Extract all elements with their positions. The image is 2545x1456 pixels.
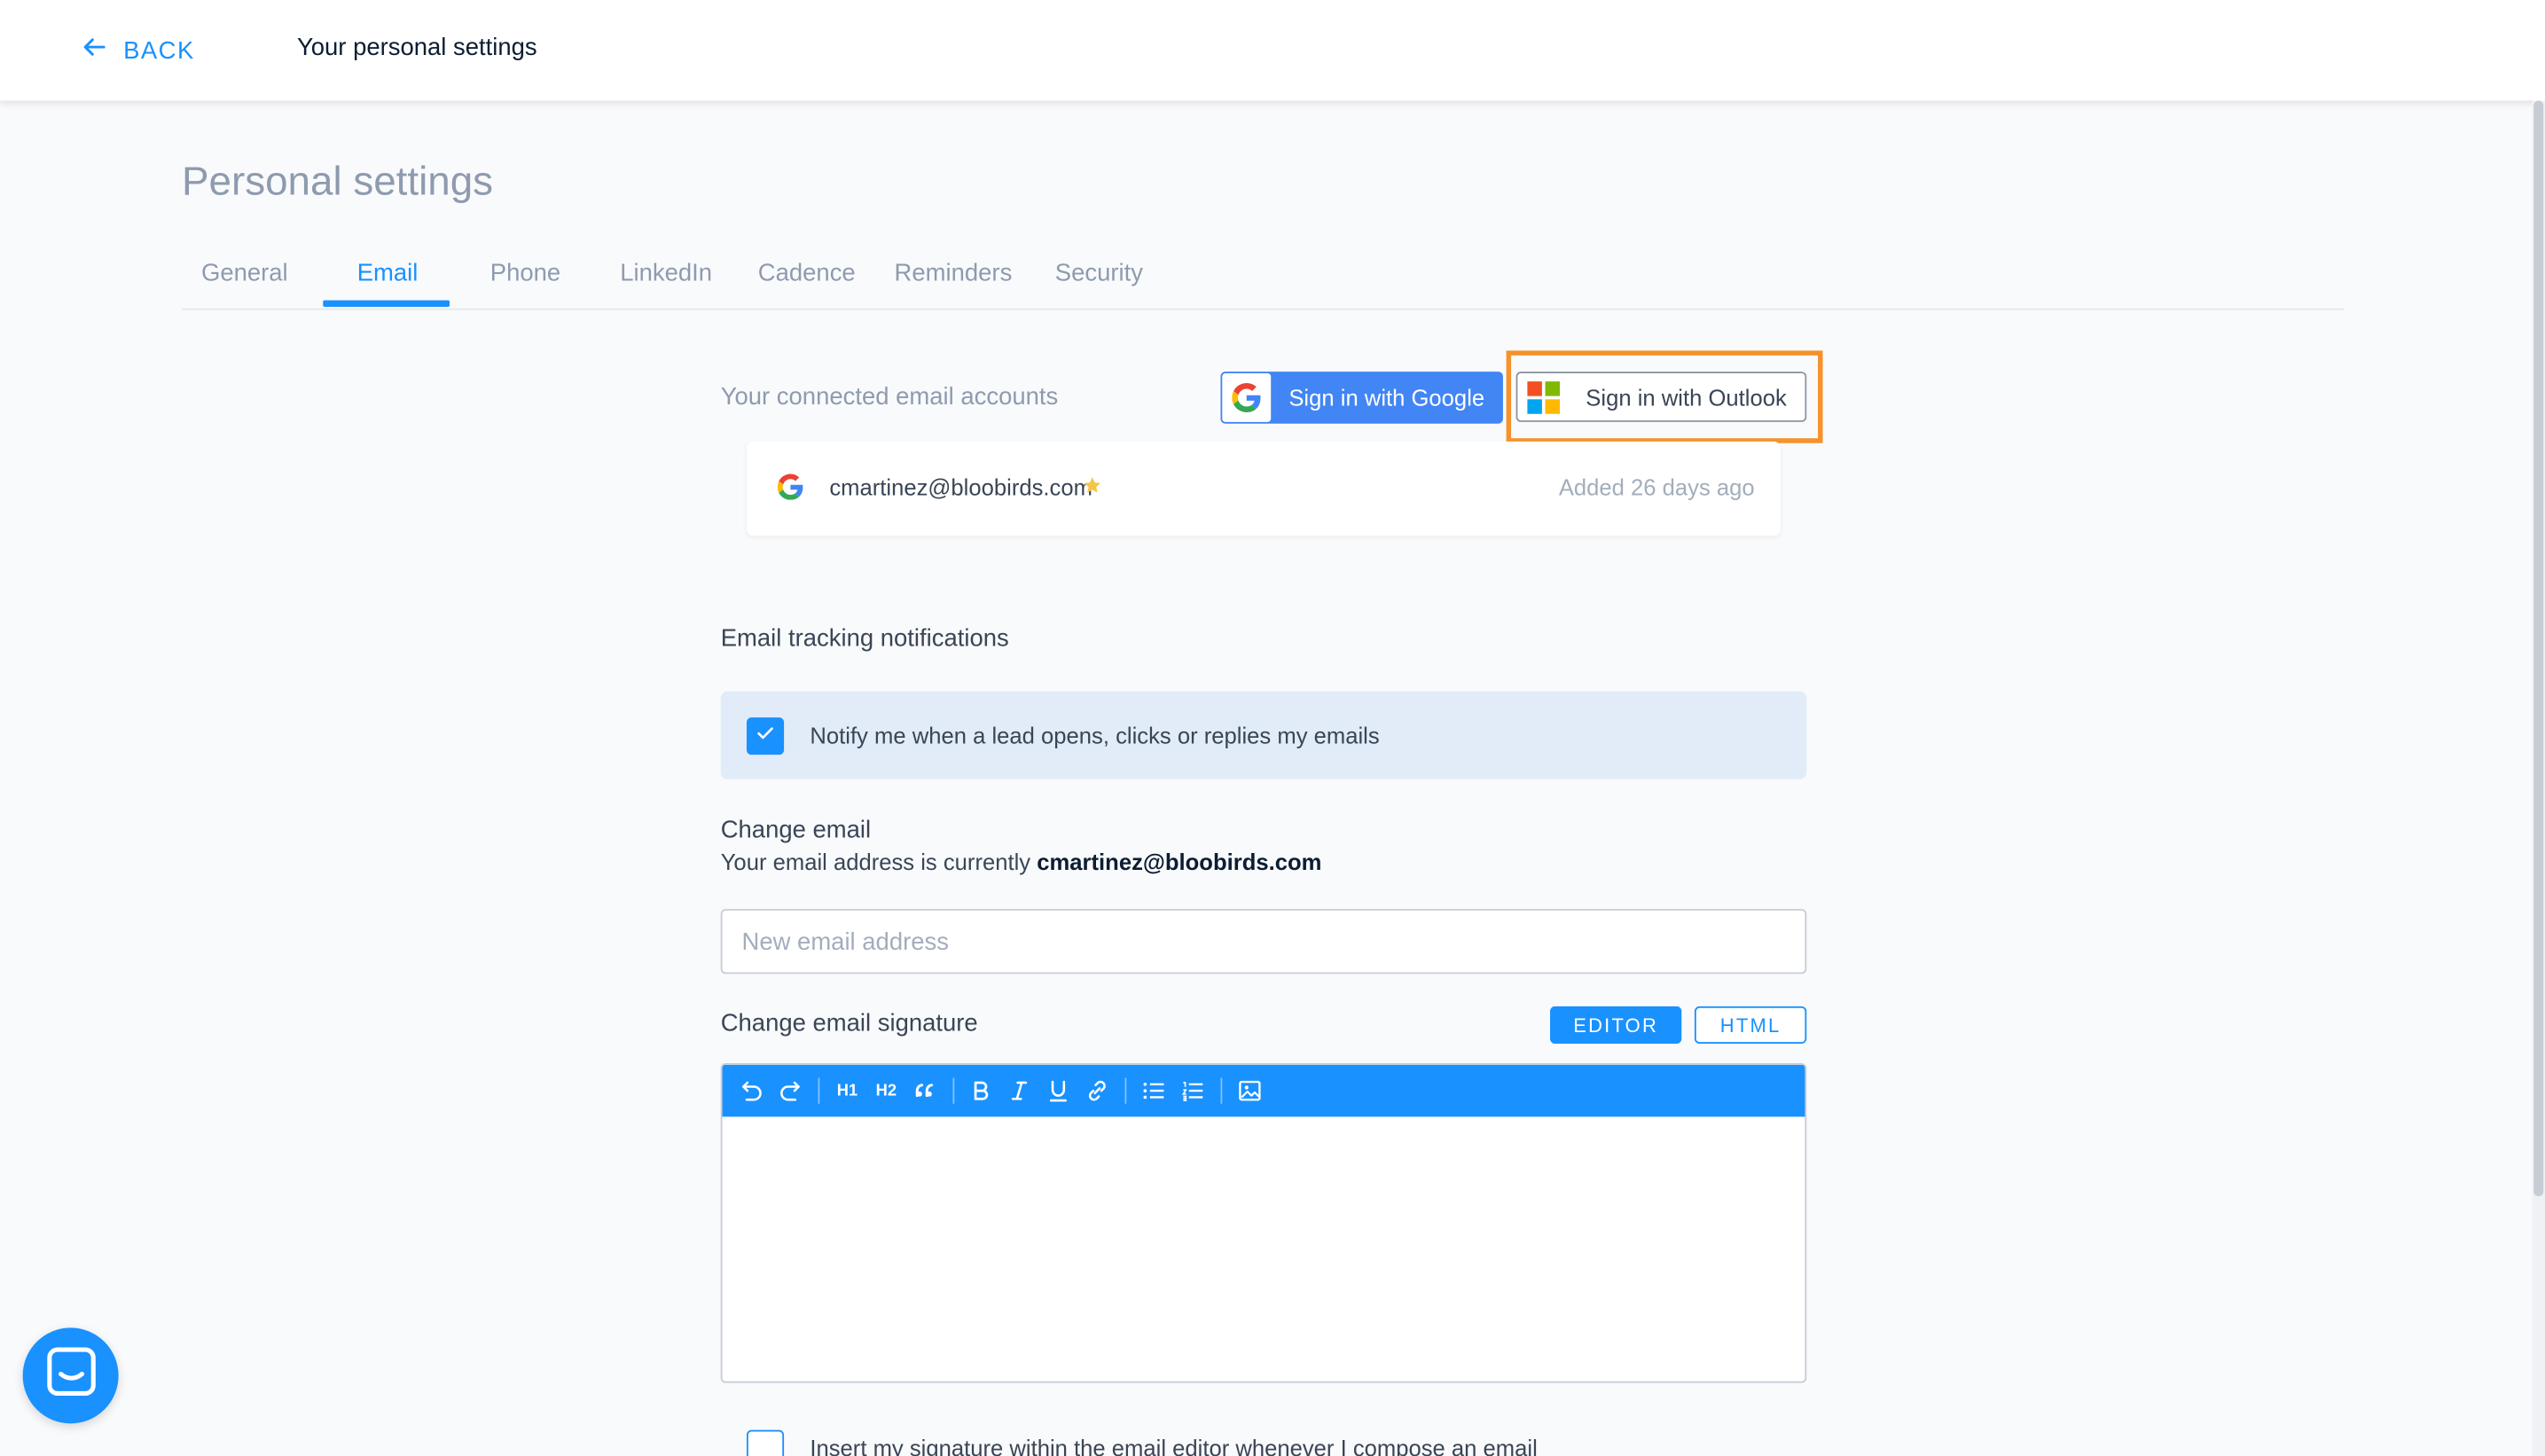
current-email-value: cmartinez@bloobirds.com: [1037, 849, 1322, 875]
toolbar-divider: [952, 1077, 955, 1104]
signature-text-area[interactable]: [723, 1116, 1805, 1381]
scrollbar[interactable]: [2532, 100, 2545, 1456]
signature-editor: H1 H2: [720, 1062, 1807, 1383]
app-stage: BACK Your personal settings Personal set…: [0, 0, 2545, 1456]
link-icon[interactable]: [1083, 1076, 1112, 1106]
sign-in-google-button[interactable]: Sign in with Google: [1220, 372, 1503, 424]
notify-checkbox[interactable]: [746, 717, 785, 755]
top-bar: BACK Your personal settings: [0, 0, 2545, 101]
settings-tabs: General Email Phone LinkedIn Cadence Rem…: [182, 250, 2345, 310]
tab-reminders[interactable]: Reminders: [895, 260, 1013, 287]
google-button-label: Sign in with Google: [1288, 384, 1485, 411]
tab-cadence[interactable]: Cadence: [758, 260, 856, 287]
star-icon[interactable]: [1083, 474, 1102, 504]
change-email-heading: Change email: [720, 816, 872, 844]
microsoft-icon: [1527, 380, 1561, 413]
editor-toolbar: H1 H2: [722, 1064, 1805, 1117]
undo-icon[interactable]: [737, 1076, 766, 1106]
connected-account-row: cmartinez@bloobirds.com Added 26 days ag…: [746, 441, 1781, 536]
back-label: BACK: [123, 36, 195, 65]
google-icon: [777, 474, 803, 508]
tab-phone[interactable]: Phone: [490, 260, 560, 287]
tab-email[interactable]: Email: [357, 260, 419, 287]
editor-mode-button[interactable]: EDITOR: [1550, 1006, 1682, 1045]
sign-in-outlook-button[interactable]: Sign in with Outlook: [1515, 372, 1807, 422]
google-icon: [1222, 373, 1272, 422]
topbar-title: Your personal settings: [296, 34, 537, 62]
current-email-text: Your email address is currently cmartine…: [721, 849, 1322, 874]
toolbar-divider: [818, 1077, 820, 1104]
checkmark-icon: [755, 722, 776, 751]
active-tab-indicator: [323, 300, 450, 307]
insert-signature-label: Insert my signature within the email edi…: [810, 1435, 1538, 1456]
chat-icon: [46, 1347, 95, 1404]
tab-security[interactable]: Security: [1055, 260, 1143, 287]
chat-launcher-button[interactable]: [22, 1327, 119, 1424]
image-icon[interactable]: [1235, 1076, 1265, 1106]
account-added-date: Added 26 days ago: [1558, 474, 1755, 500]
connected-accounts-label: Your connected email accounts: [720, 382, 1059, 411]
tab-linkedin[interactable]: LinkedIn: [620, 260, 712, 287]
h2-icon[interactable]: H2: [872, 1076, 901, 1106]
bullet-list-icon[interactable]: [1139, 1076, 1169, 1106]
outlook-button-label: Sign in with Outlook: [1586, 383, 1787, 411]
numbered-list-icon[interactable]: [1179, 1076, 1208, 1106]
scrollbar-thumb[interactable]: [2533, 100, 2544, 1197]
notify-label: Notify me when a lead opens, clicks or r…: [810, 722, 1380, 748]
account-email: cmartinez@bloobirds.com: [829, 474, 1092, 500]
back-button[interactable]: BACK: [82, 34, 195, 67]
insert-signature-checkbox[interactable]: [746, 1429, 785, 1456]
quote-icon[interactable]: [911, 1076, 940, 1106]
page-title: Personal settings: [182, 159, 494, 205]
new-email-input[interactable]: [720, 909, 1807, 975]
notify-option[interactable]: Notify me when a lead opens, clicks or r…: [720, 691, 1807, 779]
signature-heading: Change email signature: [720, 1009, 978, 1037]
redo-icon[interactable]: [776, 1076, 805, 1106]
html-mode-button[interactable]: HTML: [1694, 1006, 1807, 1045]
toolbar-divider: [1124, 1077, 1127, 1104]
bold-icon[interactable]: [966, 1076, 995, 1106]
italic-icon[interactable]: [1005, 1076, 1034, 1106]
underline-icon[interactable]: [1044, 1076, 1073, 1106]
tab-general[interactable]: General: [201, 260, 288, 287]
arrow-left-icon: [82, 34, 107, 67]
tracking-heading: Email tracking notifications: [720, 624, 1009, 653]
current-email-prefix: Your email address is currently: [720, 849, 1031, 875]
toolbar-divider: [1220, 1077, 1223, 1104]
h1-icon[interactable]: H1: [833, 1076, 862, 1106]
